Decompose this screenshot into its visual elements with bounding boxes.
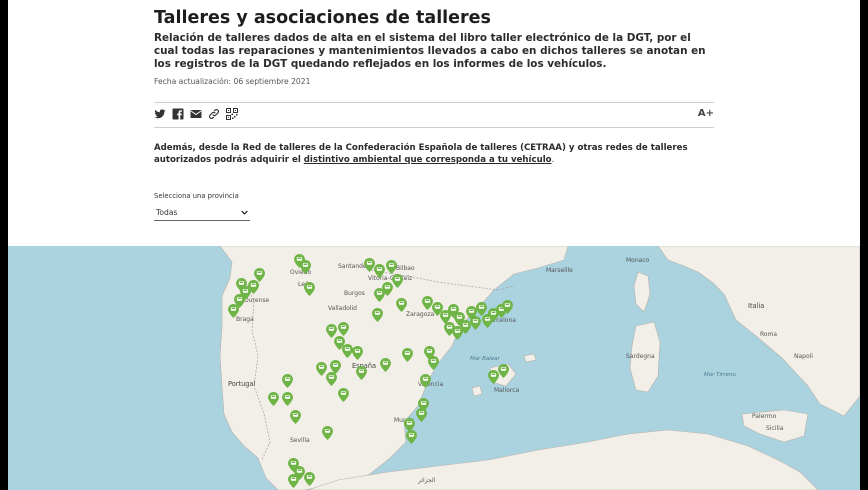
right-border bbox=[860, 0, 868, 490]
ibiza-land bbox=[471, 385, 483, 397]
left-border bbox=[0, 0, 8, 490]
label-bilbao: Bilbao bbox=[396, 265, 415, 272]
label-roma: Roma bbox=[760, 331, 777, 338]
distintivo-ambiental-link[interactable]: distintivo ambiental que corresponda a t… bbox=[304, 155, 552, 165]
workshop-marker[interactable] bbox=[404, 418, 415, 432]
label-burgos: Burgos bbox=[344, 290, 365, 297]
italy-land bbox=[657, 246, 860, 417]
menorca-land bbox=[523, 353, 537, 363]
label-sicilia: Sicilia bbox=[766, 425, 784, 432]
label-braga: Braga bbox=[236, 316, 254, 323]
label-napoli: Napoli bbox=[794, 353, 813, 360]
province-select[interactable]: Todas bbox=[154, 206, 250, 221]
workshop-marker[interactable] bbox=[406, 430, 417, 444]
workshop-marker[interactable] bbox=[470, 316, 481, 330]
note-end: . bbox=[551, 155, 555, 165]
share-toolbar: A+ bbox=[154, 102, 714, 128]
cetraa-note: Además, desde la Red de talleres de la C… bbox=[154, 142, 714, 166]
twitter-icon[interactable] bbox=[154, 108, 166, 120]
link-icon[interactable] bbox=[208, 108, 220, 120]
label-mallorca: Mallorca bbox=[494, 387, 519, 394]
label-sardegna: Sardegna bbox=[626, 353, 655, 360]
label-marseille: Marseille bbox=[546, 267, 573, 274]
corsica-land bbox=[633, 271, 651, 313]
facebook-icon[interactable] bbox=[172, 108, 184, 120]
label-vitoria: Vitoria-Gasteiz bbox=[368, 275, 412, 282]
label-portugal: Portugal bbox=[228, 380, 255, 388]
label-italia: Italia bbox=[748, 302, 764, 310]
page-lead: Relación de talleres dados de alta en el… bbox=[154, 32, 706, 71]
label-mar-tirreno: Mar Tirreno bbox=[704, 372, 736, 378]
label-algerie: الجزائر bbox=[417, 477, 436, 484]
province-select-label: Selecciona una provincia bbox=[154, 192, 239, 200]
label-mar-balear: Mar Balear bbox=[470, 356, 501, 362]
email-icon[interactable] bbox=[190, 108, 202, 120]
qr-code-icon[interactable] bbox=[226, 108, 238, 120]
chevron-down-icon bbox=[241, 210, 248, 215]
label-palermo: Palermo bbox=[752, 413, 777, 420]
update-date: Fecha actualización: 06 septiembre 2021 bbox=[154, 77, 311, 86]
font-size-button[interactable]: A+ bbox=[698, 108, 714, 119]
workshops-map[interactable]: Santander Bilbao Oviedo León Burgos Oure… bbox=[8, 246, 860, 490]
label-sevilla: Sevilla bbox=[290, 437, 310, 444]
label-ourense: Ourense bbox=[244, 297, 269, 304]
page-title: Talleres y asociaciones de talleres bbox=[154, 8, 491, 28]
province-select-value: Todas bbox=[156, 208, 178, 217]
label-zaragoza: Zaragoza bbox=[406, 311, 435, 318]
workshop-marker[interactable] bbox=[476, 302, 487, 316]
label-monaco: Monaco bbox=[626, 257, 650, 264]
workshop-marker[interactable] bbox=[416, 408, 427, 422]
label-valladolid: Valladolid bbox=[328, 305, 357, 312]
